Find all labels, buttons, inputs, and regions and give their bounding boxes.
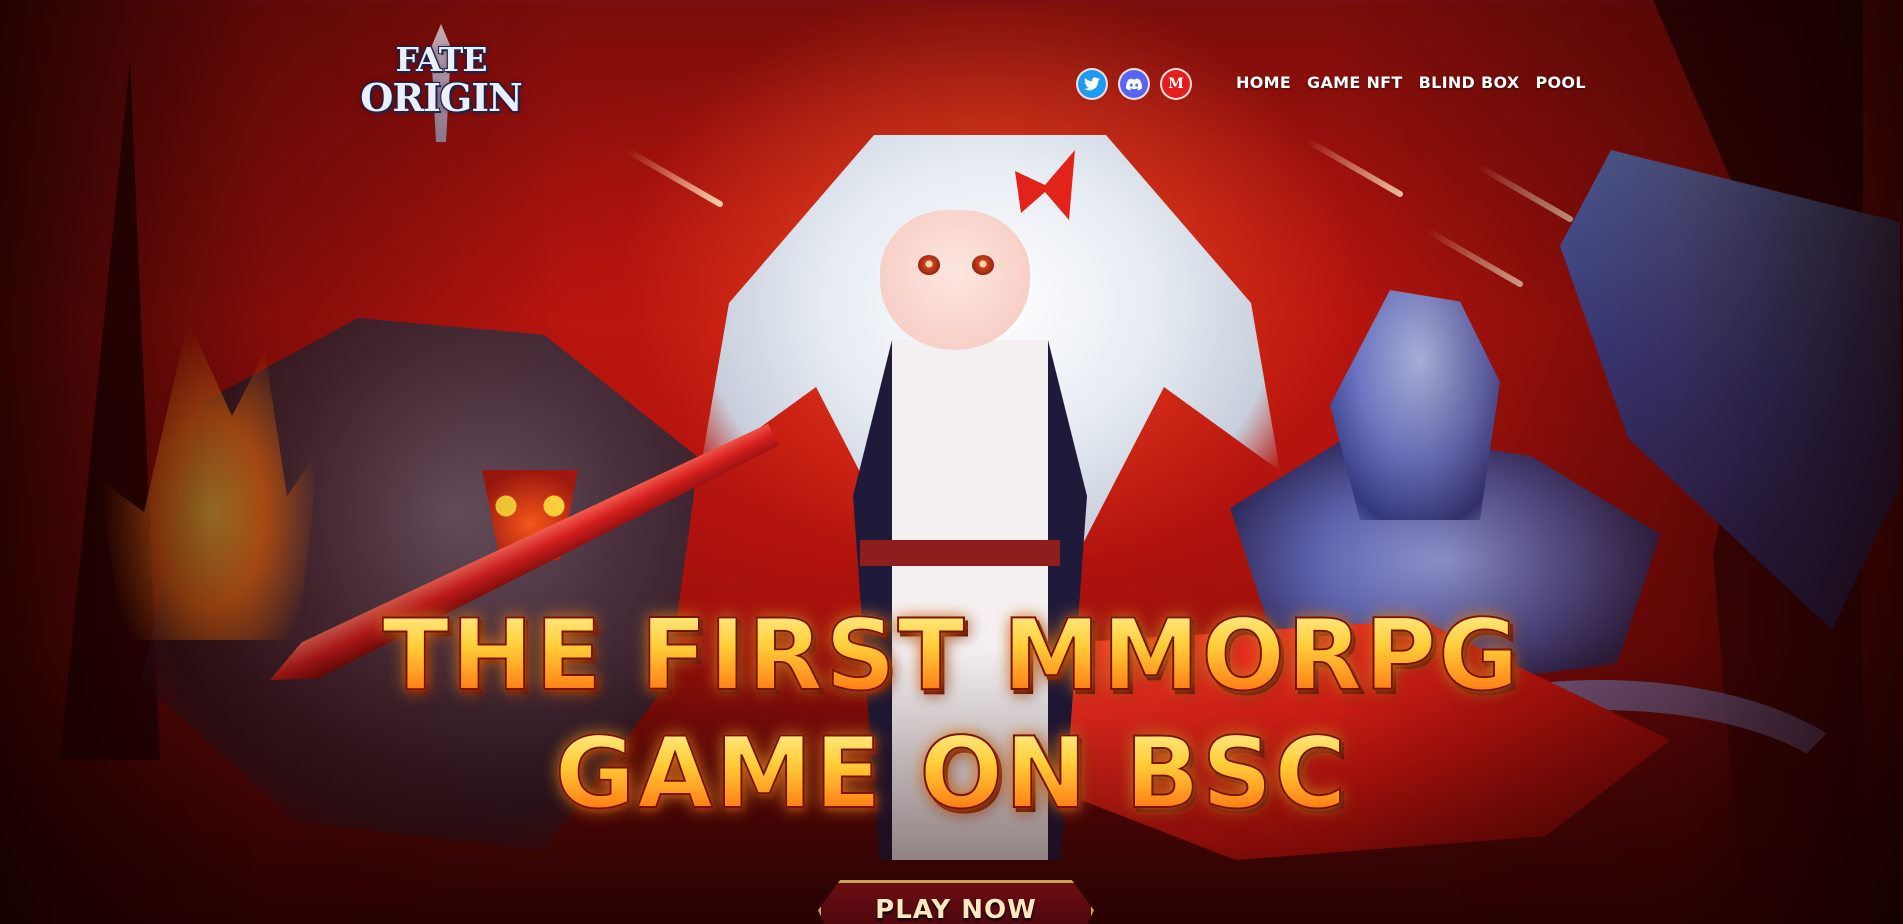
nav-blind-box[interactable]: BLIND BOX — [1419, 73, 1520, 92]
discord-logo-icon — [1126, 78, 1142, 90]
nav-home[interactable]: HOME — [1236, 73, 1291, 92]
twitter-icon[interactable] — [1078, 70, 1106, 98]
nav-pool[interactable]: POOL — [1535, 73, 1585, 92]
hero-headline-line1: THE FIRST MMORPG — [0, 599, 1903, 713]
medium-icon[interactable]: M — [1162, 70, 1190, 98]
landing-page: FATE ORIGIN M HOME GAME NFT BLIND BOX PO… — [0, 0, 1903, 924]
social-links: M — [1078, 70, 1190, 98]
nav-game-nft[interactable]: GAME NFT — [1307, 73, 1403, 92]
main-nav: HOME GAME NFT BLIND BOX POOL — [1236, 73, 1586, 92]
medium-letter: M — [1168, 76, 1184, 92]
twitter-bird-icon — [1084, 77, 1100, 91]
logo-text-line2: ORIGIN — [360, 75, 522, 120]
fate-origin-logo[interactable]: FATE ORIGIN — [356, 24, 526, 142]
logo-text-line1: FATE — [395, 40, 487, 79]
play-now-label: PLAY NOW — [875, 895, 1037, 924]
discord-icon[interactable] — [1120, 70, 1148, 98]
play-now-button[interactable]: PLAY NOW — [818, 880, 1094, 924]
hero-headline-line2: GAME ON BSC — [0, 717, 1903, 831]
